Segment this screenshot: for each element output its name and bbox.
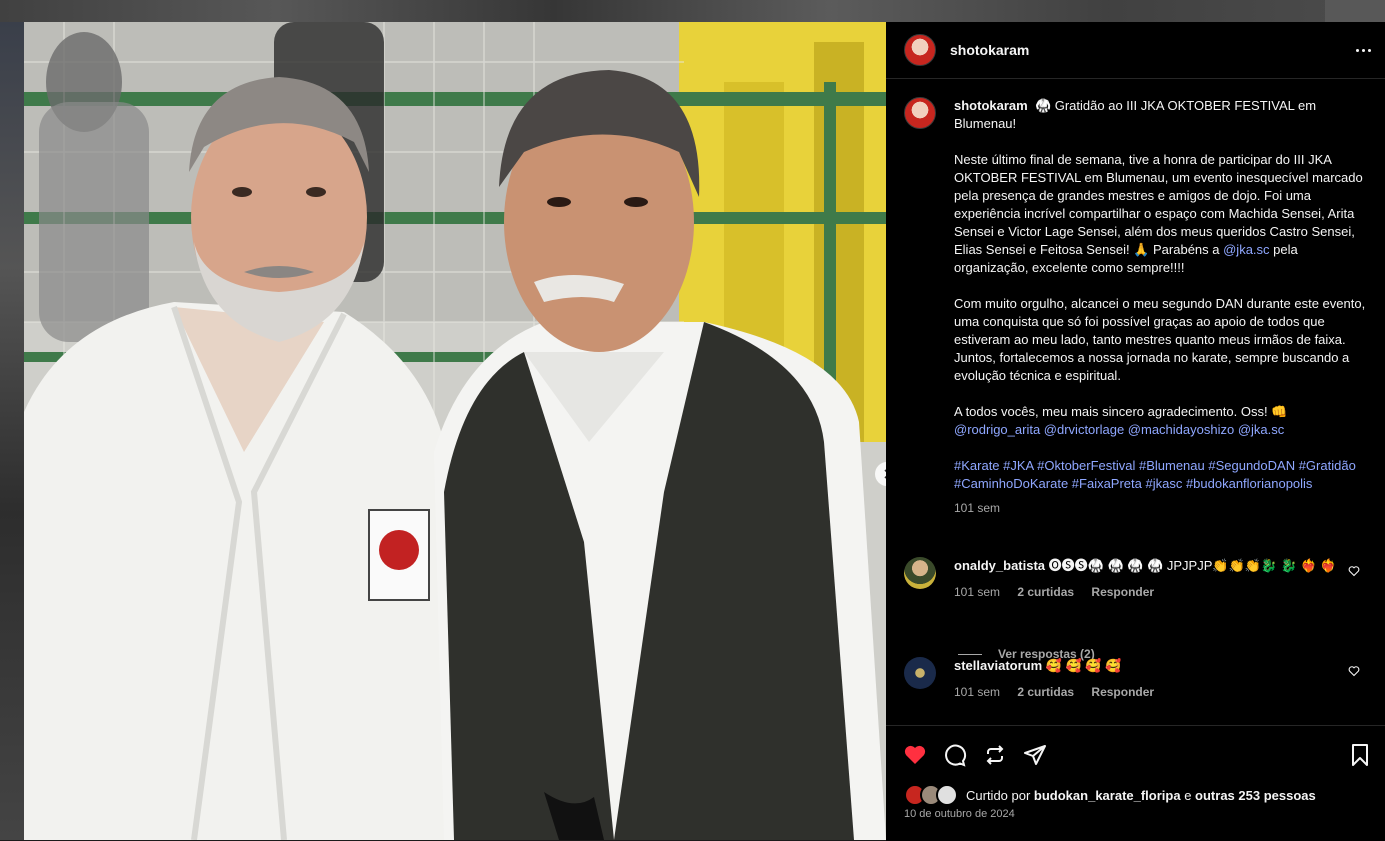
photo-illustration: [24, 22, 886, 840]
post-actions: Curtido por budokan_karate_floripa e out…: [886, 725, 1385, 841]
likes-middle: e: [1180, 787, 1196, 803]
likes-prefix: Curtido por: [966, 787, 1034, 803]
comment-avatar[interactable]: [904, 557, 936, 589]
comment-likes[interactable]: 2 curtidas: [1017, 685, 1074, 699]
backdrop-left: [0, 22, 24, 840]
caption-username[interactable]: shotokaram: [954, 98, 1028, 113]
more-options-icon[interactable]: [1353, 40, 1373, 60]
caption-time: 101 sem: [954, 501, 1001, 515]
comment-reply-button[interactable]: Responder: [1091, 685, 1154, 699]
caption-mentions[interactable]: @rodrigo_arita @drvictorlage @machidayos…: [954, 421, 1374, 439]
backdrop-right: [1325, 0, 1385, 22]
comment-body: stellaviatorum 🥰 🥰 🥰 🥰 101 sem 2 curtida…: [954, 657, 1344, 701]
comment-icon[interactable]: [942, 742, 968, 768]
post-photo[interactable]: [24, 22, 886, 840]
likes-user[interactable]: budokan_karate_floripa: [1034, 788, 1181, 803]
caption-paragraph-2: Com muito orgulho, alcancei o meu segund…: [954, 296, 1366, 383]
comment-text: 🥰 🥰 🥰 🥰: [1045, 658, 1122, 673]
share-icon[interactable]: [1022, 742, 1048, 768]
save-bookmark-icon[interactable]: [1347, 742, 1373, 768]
comment-username[interactable]: onaldy_batista: [954, 558, 1045, 573]
likes-others[interactable]: outras 253 pessoas: [1195, 788, 1316, 803]
replies-line: [958, 653, 982, 655]
backdrop-strip: [0, 0, 1385, 22]
caption-hashtags[interactable]: #Karate #JKA #OktoberFestival #Blumenau …: [954, 457, 1374, 493]
caption-avatar[interactable]: [904, 97, 936, 129]
comment-avatar[interactable]: [904, 657, 936, 689]
repost-icon[interactable]: [982, 742, 1008, 768]
comment-reply-button[interactable]: Responder: [1091, 585, 1154, 599]
comment-heart-icon[interactable]: [1348, 565, 1360, 577]
comment-body: onaldy_batista 🅞🅢🅢🥋 🥋 🥋 🥋 JPJPJP👏👏👏🐉 🐉 ❤…: [954, 557, 1344, 601]
comment-likes[interactable]: 2 curtidas: [1017, 585, 1074, 599]
comment-time: 101 sem: [954, 585, 1001, 599]
author-avatar[interactable]: [904, 34, 936, 66]
caption-paragraph-3: A todos vocês, meu mais sincero agradeci…: [954, 404, 1288, 419]
post-date: 10 de outubro de 2024: [904, 808, 1015, 820]
author-username[interactable]: shotokaram: [950, 42, 1029, 58]
comment-username[interactable]: stellaviatorum: [954, 658, 1042, 673]
comment-heart-icon[interactable]: [1348, 665, 1360, 677]
comments-scroll-area[interactable]: shotokaram 🥋 Gratidão ao III JKA OKTOBER…: [886, 79, 1385, 725]
comment-text: 🅞🅢🅢🥋 🥋 🥋 🥋 JPJPJP👏👏👏🐉 🐉 ❤️‍🔥 ❤️‍🔥: [1048, 558, 1337, 573]
caption-paragraph-1a: Neste último final de semana, tive a hon…: [954, 152, 1363, 257]
liker-avatar: [936, 784, 958, 806]
like-heart-icon[interactable]: [902, 742, 928, 768]
likes-summary[interactable]: Curtido por budokan_karate_floripa e out…: [904, 784, 1316, 806]
post-header: shotokaram: [886, 22, 1385, 79]
mention-link[interactable]: @jka.sc: [1223, 242, 1269, 257]
comment-time: 101 sem: [954, 685, 1001, 699]
post-panel: shotokaram shotokaram 🥋 Gratidão ao III …: [886, 22, 1385, 841]
caption-text: shotokaram 🥋 Gratidão ao III JKA OKTOBER…: [954, 97, 1374, 517]
